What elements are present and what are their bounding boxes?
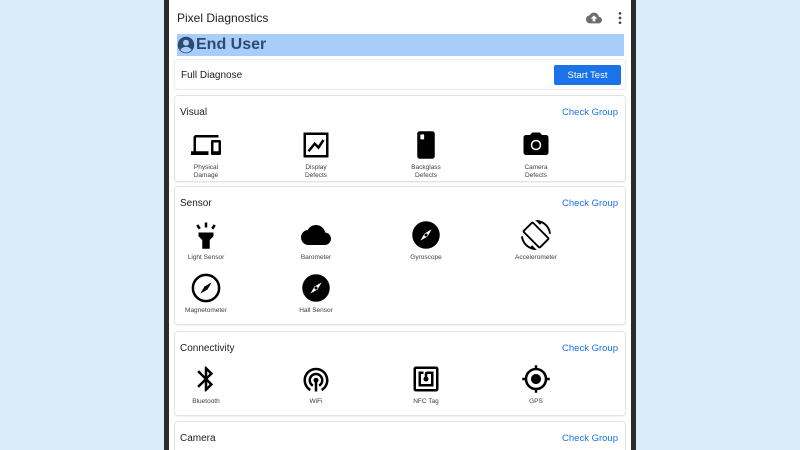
- tile-label: Hall Sensor: [299, 307, 333, 314]
- tile-bluetooth[interactable]: Bluetooth: [169, 364, 246, 420]
- more-vert-icon[interactable]: [612, 10, 628, 26]
- full-diagnose-label: Full Diagnose: [181, 70, 243, 81]
- group-sensor: Sensor Check Group Light Sensor Baromete…: [174, 186, 626, 325]
- tile-label: WiFi: [309, 398, 323, 405]
- group-connectivity: Connectivity Check Group Bluetooth WiFi …: [174, 331, 626, 416]
- app-title: Pixel Diagnostics: [177, 11, 269, 25]
- tile-wifi[interactable]: WiFi: [276, 364, 356, 420]
- tile-camera-defects[interactable]: Camera Defects: [496, 130, 576, 186]
- full-diagnose-card: Full Diagnose Start Test: [174, 59, 626, 90]
- tile-label: Accelerometer: [515, 254, 557, 261]
- app-bar: Pixel Diagnostics: [169, 0, 631, 36]
- gps-fixed-icon: [522, 365, 550, 393]
- screen-rotation-icon: [521, 220, 551, 250]
- display-chart-icon: [303, 132, 329, 158]
- app-screen: Pixel Diagnostics End User Full Diagnose…: [169, 0, 631, 450]
- tile-label: Camera Defects: [524, 164, 548, 179]
- tile-label: Physical Damage: [193, 164, 219, 179]
- cloud-upload-icon[interactable]: [586, 10, 602, 26]
- tile-label: Bluetooth: [192, 398, 220, 405]
- phone-back-icon: [417, 131, 435, 159]
- tile-label: Light Sensor: [187, 254, 225, 261]
- start-test-button[interactable]: Start Test: [554, 65, 621, 85]
- tile-label: GPS: [529, 398, 543, 405]
- tile-light-sensor[interactable]: Light Sensor: [169, 220, 246, 276]
- tile-barometer[interactable]: Barometer: [276, 220, 356, 276]
- tile-label: NFC Tag: [413, 398, 439, 405]
- tile-display-defects[interactable]: Display Defects: [276, 130, 356, 186]
- user-role-label: End User: [196, 36, 267, 53]
- group-title: Camera: [180, 433, 216, 444]
- cloud-icon: [301, 225, 331, 245]
- tile-accelerometer[interactable]: Accelerometer: [496, 220, 576, 276]
- tile-label: Gyroscope: [410, 254, 442, 261]
- group-title: Sensor: [180, 198, 212, 209]
- tile-hall-sensor[interactable]: Hall Sensor: [276, 273, 356, 329]
- account-circle-icon: [177, 36, 195, 54]
- group-visual: Visual Check Group Physical Damage Displ…: [174, 95, 626, 182]
- tile-label: Backglass Defects: [411, 164, 441, 179]
- tile-label: Barometer: [300, 254, 332, 261]
- wifi-tethering-icon: [303, 367, 329, 392]
- tile-magnetometer[interactable]: Magnetometer: [169, 273, 246, 329]
- devices-icon: [191, 135, 221, 155]
- tile-gyroscope[interactable]: Gyroscope: [386, 220, 466, 276]
- tile-label: Display Defects: [304, 164, 328, 179]
- camera-icon: [523, 132, 549, 155]
- nfc-icon: [413, 366, 439, 392]
- tile-nfc-tag[interactable]: NFC Tag: [386, 364, 466, 420]
- group-title: Connectivity: [180, 343, 235, 354]
- tile-gps[interactable]: GPS: [496, 364, 576, 420]
- group-camera: Camera Check Group: [174, 421, 626, 450]
- user-banner: End User: [177, 34, 624, 56]
- check-group-connectivity-link[interactable]: Check Group: [562, 343, 618, 354]
- group-title: Visual: [180, 107, 208, 118]
- flashlight-icon: [196, 222, 216, 249]
- compass-icon: [302, 274, 330, 302]
- check-group-visual-link[interactable]: Check Group: [562, 107, 618, 118]
- check-group-sensor-link[interactable]: Check Group: [562, 198, 618, 209]
- compass-outline-icon: [191, 273, 221, 303]
- compass-icon: [412, 221, 440, 249]
- tile-physical-damage[interactable]: Physical Damage: [169, 130, 246, 186]
- tile-backglass-defects[interactable]: Backglass Defects: [386, 130, 466, 186]
- check-group-camera-link[interactable]: Check Group: [562, 433, 618, 444]
- tile-label: Magnetometer: [185, 307, 227, 314]
- bluetooth-icon: [197, 366, 214, 392]
